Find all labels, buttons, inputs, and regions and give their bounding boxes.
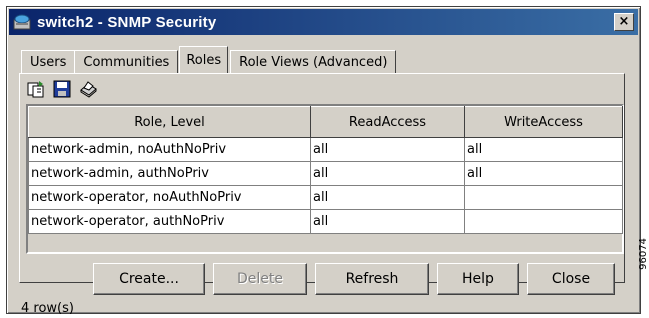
button-bar: Create... Delete Refresh Help Close (7, 263, 640, 295)
roles-table-container: Role, Level ReadAccess WriteAccess netwo… (26, 104, 624, 254)
cell-read-access[interactable]: all (310, 137, 465, 162)
tab-role-views-advanced[interactable]: Role Views (Advanced) (230, 50, 397, 73)
window-title: switch2 - SNMP Security (37, 13, 217, 31)
create-button[interactable]: Create... (93, 263, 205, 295)
close-button[interactable]: Close (527, 263, 615, 295)
cell-read-access[interactable]: all (310, 185, 465, 210)
table-row[interactable]: network-operator, noAuthNoPriv all (28, 185, 623, 210)
table-row[interactable]: network-operator, authNoPriv all (28, 209, 623, 234)
window-close-button[interactable]: × (614, 13, 634, 31)
tab-communities[interactable]: Communities (74, 50, 179, 73)
copy-icon[interactable] (26, 79, 46, 99)
cell-role-level[interactable]: network-admin, noAuthNoPriv (28, 137, 311, 162)
help-button[interactable]: Help (437, 263, 519, 295)
column-header-read-access[interactable]: ReadAccess (310, 106, 465, 138)
tab-roles[interactable]: Roles (179, 46, 229, 73)
cell-role-level[interactable]: network-operator, authNoPriv (28, 209, 311, 234)
cell-role-level[interactable]: network-operator, noAuthNoPriv (28, 185, 311, 210)
cell-write-access[interactable] (464, 185, 623, 210)
figure-id: 96074 (638, 238, 649, 270)
refresh-button[interactable]: Refresh (315, 263, 429, 295)
app-icon (13, 14, 31, 30)
print-icon[interactable] (78, 79, 98, 99)
row-count-status: 4 row(s) (21, 301, 74, 316)
cell-read-access[interactable]: all (310, 209, 465, 234)
cell-write-access[interactable]: all (464, 137, 623, 162)
tab-strip: Users Communities Roles Role Views (Adva… (21, 46, 397, 73)
cell-read-access[interactable]: all (310, 161, 465, 186)
table-header-row: Role, Level ReadAccess WriteAccess (28, 106, 623, 138)
table-row[interactable]: network-admin, authNoPriv all all (28, 161, 623, 186)
delete-button[interactable]: Delete (213, 263, 307, 295)
column-header-role-level[interactable]: Role, Level (28, 106, 311, 138)
toolbar (26, 78, 98, 100)
roles-table: Role, Level ReadAccess WriteAccess netwo… (28, 106, 623, 234)
snmp-security-dialog: switch2 - SNMP Security × Users Communit… (6, 6, 641, 316)
save-icon[interactable] (52, 79, 72, 99)
table-row[interactable]: network-admin, noAuthNoPriv all all (28, 137, 623, 162)
column-header-write-access[interactable]: WriteAccess (464, 106, 623, 138)
title-bar[interactable]: switch2 - SNMP Security × (9, 9, 638, 35)
cell-role-level[interactable]: network-admin, authNoPriv (28, 161, 311, 186)
roles-panel: Role, Level ReadAccess WriteAccess netwo… (19, 73, 625, 283)
cell-write-access[interactable] (464, 209, 623, 234)
cell-write-access[interactable]: all (464, 161, 623, 186)
tab-users[interactable]: Users (21, 50, 76, 73)
